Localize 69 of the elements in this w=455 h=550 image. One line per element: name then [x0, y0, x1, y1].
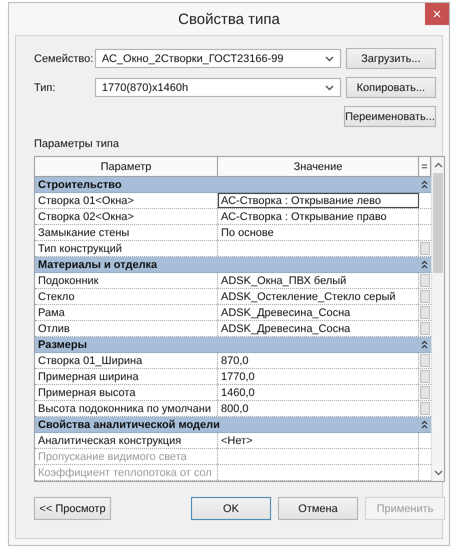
- collapse-icon: [421, 420, 428, 429]
- parameter-value[interactable]: АС-Створка : Открывание право: [218, 209, 419, 224]
- load-button[interactable]: Загрузить...: [346, 48, 436, 69]
- parameter-value[interactable]: 800,0: [218, 401, 419, 416]
- parameter-name: Коэффициент теплопотока от сол: [35, 465, 218, 480]
- rename-button[interactable]: Переименовать...: [344, 106, 436, 127]
- parameter-value[interactable]: ADSK_Древесина_Сосна: [218, 305, 419, 320]
- collapse-icon: [421, 340, 428, 349]
- parameter-value[interactable]: По основе: [218, 225, 419, 240]
- parameter-name: Стекло: [35, 289, 218, 304]
- parameter-button[interactable]: [420, 386, 430, 399]
- parameter-name: Замыкание стены: [35, 225, 218, 240]
- parameter-name: Рама: [35, 305, 218, 320]
- parameter-value[interactable]: ADSK_Остекление_Стекло серый: [218, 289, 419, 304]
- group-name: Размеры: [38, 338, 88, 350]
- parameter-name: Отлив: [35, 321, 218, 336]
- parameter-button[interactable]: [420, 402, 430, 415]
- parameter-name: Створка 01_Ширина: [35, 353, 218, 368]
- parameter-button[interactable]: [420, 322, 430, 335]
- column-header: Параметр: [35, 157, 218, 176]
- column-header: Значение: [218, 157, 419, 176]
- group-name: Материалы и отделка: [38, 258, 158, 270]
- parameter-name: Подоконник: [35, 273, 218, 288]
- group-row[interactable]: Материалы и отделка: [35, 257, 431, 273]
- parameter-button[interactable]: [420, 274, 430, 287]
- copy-button[interactable]: Копировать...: [346, 77, 436, 98]
- preview-button[interactable]: << Просмотр: [34, 497, 111, 520]
- parameter-name: Примерная высота: [35, 385, 218, 400]
- group-name: Строительство: [38, 178, 122, 190]
- chevron-down-icon: [324, 56, 334, 62]
- parameter-name: Пропускание видимого света: [35, 449, 218, 464]
- dialog-button[interactable]: Отмена: [278, 497, 358, 520]
- parameter-button[interactable]: [420, 306, 430, 319]
- chevron-down-icon: [324, 84, 334, 90]
- parameter-name: Высота подоконника по умолчани: [35, 401, 218, 416]
- parameter-value[interactable]: 1460,0: [218, 385, 419, 400]
- parameter-name: Аналитическая конструкция: [35, 433, 218, 448]
- close-button[interactable]: ×: [425, 3, 449, 25]
- field-label: Семейство:: [34, 52, 94, 64]
- dialog-button[interactable]: OK: [191, 497, 271, 520]
- scrollbar[interactable]: [431, 157, 444, 481]
- parameter-button[interactable]: [420, 290, 430, 303]
- parameter-value[interactable]: АС-Створка : Открывание лево: [218, 193, 419, 208]
- parameter-value[interactable]: ADSK_Древесина_Сосна: [218, 321, 419, 336]
- group-row[interactable]: Размеры: [35, 337, 431, 353]
- group-name: Свойства аналитической модели: [38, 418, 220, 430]
- parameter-button[interactable]: [420, 242, 430, 255]
- group-row[interactable]: Строительство: [35, 177, 431, 193]
- parameter-value[interactable]: 870,0: [218, 353, 419, 368]
- window-title: Свойства типа: [178, 10, 280, 28]
- scroll-thumb[interactable]: [433, 173, 443, 273]
- parameter-name: Тип конструкций: [35, 241, 218, 256]
- scroll-down-icon: [434, 470, 442, 476]
- collapse-icon: [421, 260, 428, 269]
- parameter-button[interactable]: [420, 354, 430, 367]
- parameter-name: Створка 01<Окна>: [35, 193, 218, 208]
- parameter-value[interactable]: ADSK_Окна_ПВХ белый: [218, 273, 419, 288]
- section-label: Параметры типа: [34, 138, 120, 150]
- field-label: Тип:: [34, 82, 56, 94]
- type-dropdown[interactable]: 1770(870)x1460h: [94, 78, 341, 97]
- parameter-name: Створка 02<Окна>: [35, 209, 218, 224]
- collapse-icon: [421, 180, 428, 189]
- parameter-value[interactable]: <Нет>: [218, 433, 419, 448]
- scroll-up-icon: [434, 162, 442, 168]
- parameter-name: Примерная ширина: [35, 369, 218, 384]
- parameter-value[interactable]: 1770,0: [218, 369, 419, 384]
- group-row[interactable]: Свойства аналитической модели: [35, 417, 431, 433]
- family-dropdown[interactable]: АС_Окно_2Створки_ГОСТ23166-99: [94, 49, 341, 68]
- parameter-button[interactable]: [420, 370, 430, 383]
